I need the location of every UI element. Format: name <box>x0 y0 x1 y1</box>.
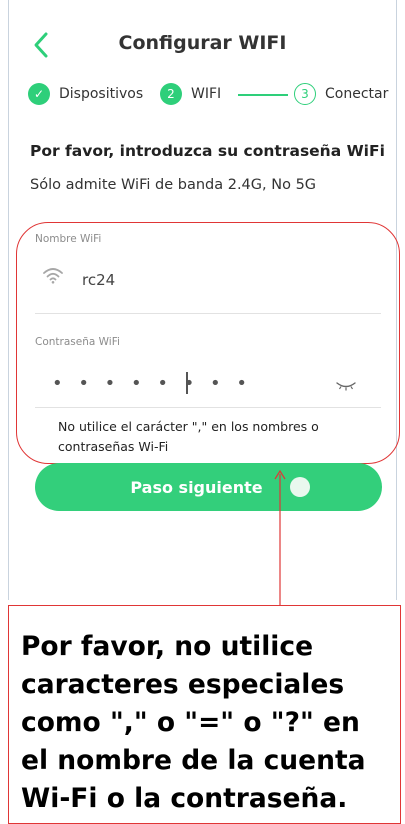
section-heading: Por favor, introduzca su contraseña WiFi <box>30 142 385 160</box>
page-title: Configurar WIFI <box>118 32 287 54</box>
step-1-label: Dispositivos <box>59 86 144 102</box>
section-subheading: Sólo admite WiFi de banda 2.4G, No 5G <box>30 177 317 193</box>
annotation-callout-text: Por favor, no utilice caracteres especia… <box>21 631 366 814</box>
annotation-callout: Por favor, no utilice caracteres especia… <box>8 605 401 824</box>
step-2-marker: 2 <box>160 83 182 105</box>
stepper: ✓ Dispositivos 2 WIFI 3 Conectar <box>28 82 398 106</box>
button-indicator-dot <box>290 477 310 497</box>
step-3-label: Conectar <box>325 86 389 102</box>
step-2-label: WIFI <box>191 86 222 102</box>
annotation-arrow-icon <box>272 468 288 608</box>
frame-border-left <box>8 0 9 600</box>
next-step-button[interactable]: Paso siguiente <box>35 463 382 511</box>
next-step-label: Paso siguiente <box>130 477 263 497</box>
step-1-check-icon: ✓ <box>28 83 50 105</box>
step-connector <box>238 94 288 96</box>
step-3-marker: 3 <box>294 83 316 105</box>
annotation-highlight-box <box>16 222 400 464</box>
